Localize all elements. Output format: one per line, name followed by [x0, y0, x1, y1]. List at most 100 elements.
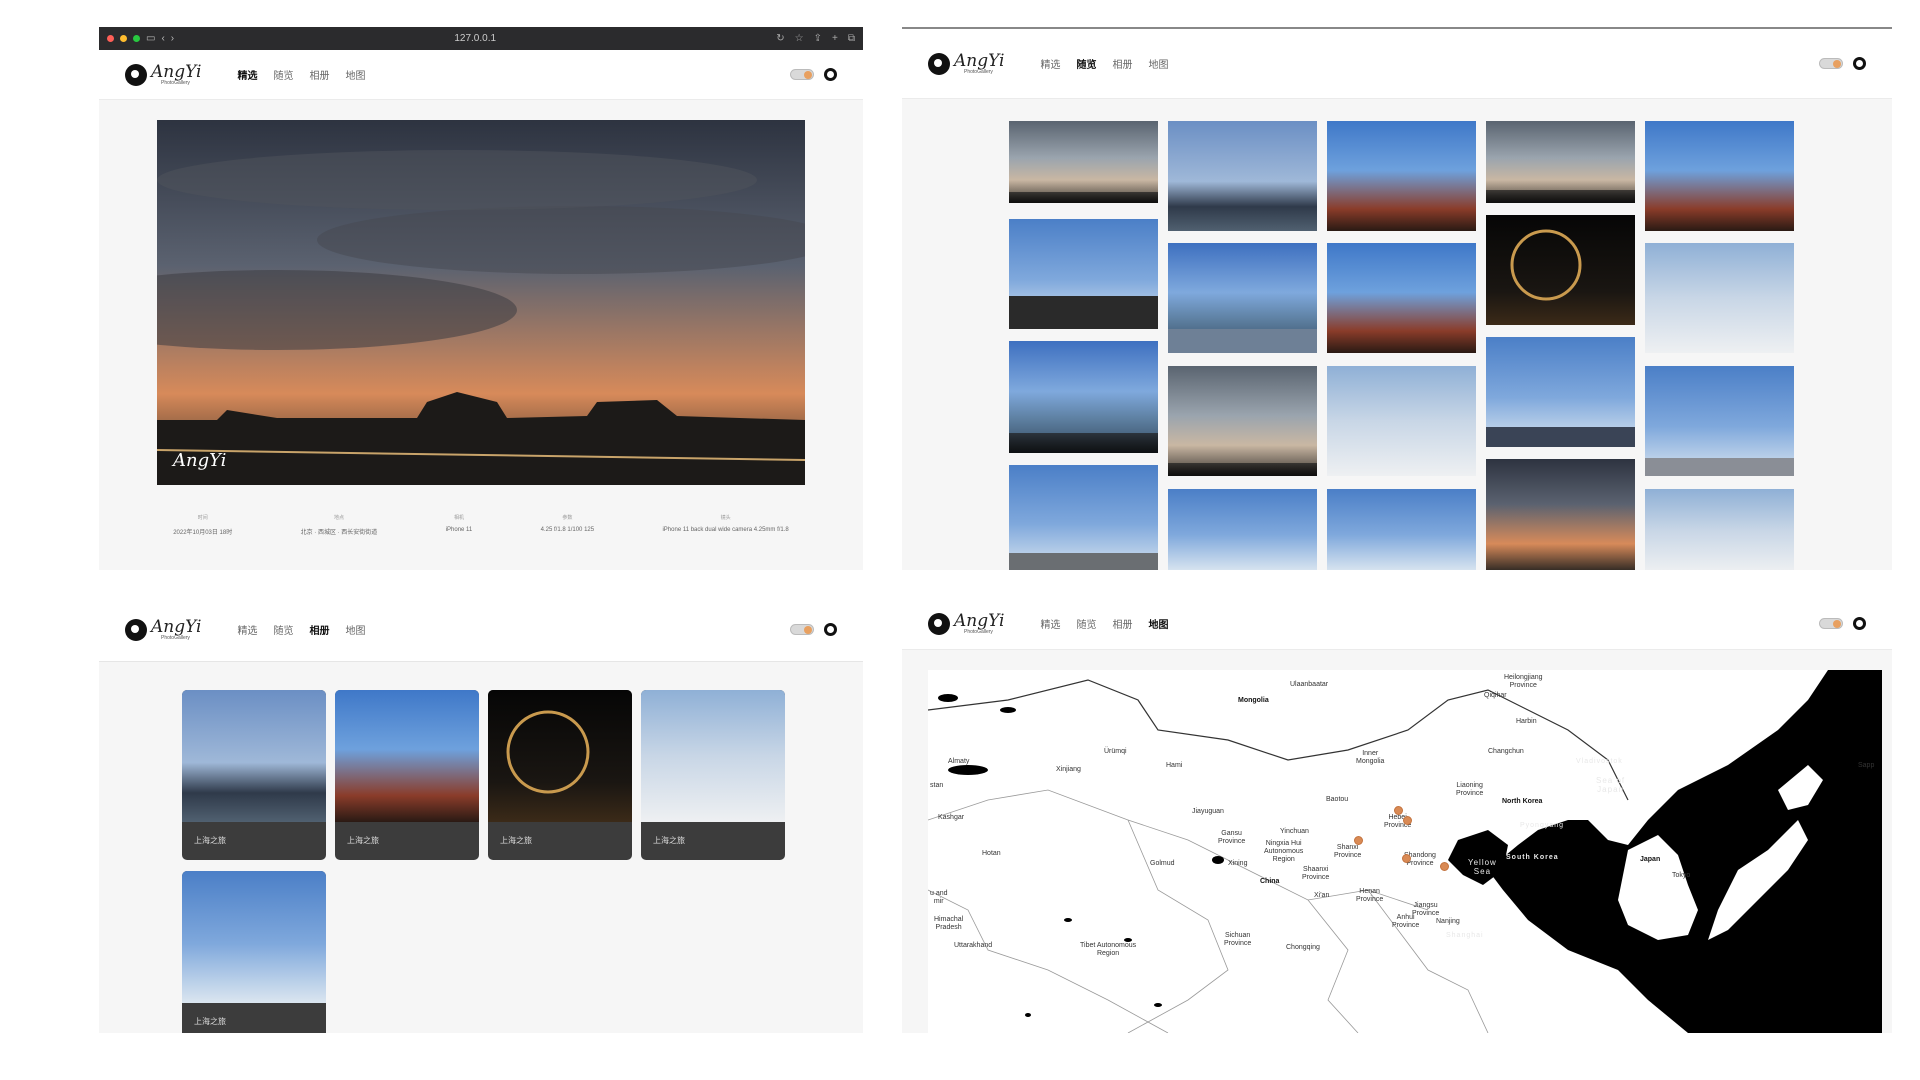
- meta-params-label: 参数: [562, 515, 573, 521]
- meta-time-value: 2022年10月03日 18时: [173, 530, 233, 536]
- nav-map[interactable]: 地图: [1148, 616, 1168, 631]
- minimize-window-button[interactable]: [120, 35, 127, 42]
- theme-toggle[interactable]: [1819, 618, 1843, 629]
- grid-photo[interactable]: [1327, 366, 1476, 476]
- address-bar[interactable]: 127.0.0.1: [454, 33, 496, 44]
- map-label-jiayuguan: Jiayuguan: [1192, 808, 1224, 815]
- grid-photo[interactable]: [1645, 489, 1794, 570]
- photo-marker[interactable]: [1403, 816, 1412, 825]
- main-nav: 精选 随览 相册 地图: [237, 622, 365, 637]
- brand-logo[interactable]: AngYi PhotoGallery: [928, 612, 1004, 635]
- logo-icon: [125, 63, 147, 86]
- album-card[interactable]: 上海之旅: [641, 690, 785, 860]
- featured-photo[interactable]: AngYi: [157, 120, 805, 485]
- grid-photo[interactable]: [1009, 121, 1158, 203]
- brand-logo[interactable]: AngYi PhotoGallery: [125, 61, 202, 86]
- back-icon[interactable]: ‹: [161, 33, 164, 44]
- nav-albums[interactable]: 相册: [309, 67, 329, 82]
- close-window-button[interactable]: [107, 35, 114, 42]
- photo-marker[interactable]: [1440, 862, 1449, 871]
- grid-photo[interactable]: [1645, 243, 1794, 353]
- theme-toggle[interactable]: [1819, 58, 1843, 69]
- nav-browse[interactable]: 随览: [1076, 616, 1096, 631]
- github-icon[interactable]: [824, 68, 837, 81]
- grid-photo[interactable]: [1168, 366, 1317, 476]
- theme-toggle[interactable]: [790, 69, 814, 80]
- star-icon[interactable]: ☆: [795, 33, 804, 44]
- nav-featured[interactable]: 精选: [1040, 616, 1060, 631]
- github-icon[interactable]: [824, 623, 837, 636]
- refresh-icon[interactable]: ↻: [776, 33, 784, 44]
- map-label-north-korea: North Korea: [1502, 798, 1543, 805]
- sidebar-icon[interactable]: ▭: [146, 33, 155, 44]
- grid-photo[interactable]: [1009, 219, 1158, 329]
- album-title: 上海之旅: [653, 836, 685, 845]
- photo-marker[interactable]: [1354, 836, 1363, 845]
- nav-browse[interactable]: 随览: [1076, 56, 1096, 71]
- grid-photo[interactable]: [1009, 341, 1158, 453]
- share-icon[interactable]: ⇪: [814, 33, 822, 44]
- zoom-window-button[interactable]: [133, 35, 140, 42]
- nav-featured[interactable]: 精选: [237, 622, 257, 637]
- grid-photo[interactable]: [1645, 366, 1794, 476]
- new-tab-icon[interactable]: +: [832, 33, 838, 44]
- grid-photo[interactable]: [1645, 121, 1794, 231]
- grid-photo[interactable]: [1168, 121, 1317, 231]
- top-navbar: AngYi PhotoGallery 精选 随览 相册 地图: [99, 50, 863, 100]
- album-cover: [182, 690, 326, 822]
- grid-photo[interactable]: [1168, 243, 1317, 353]
- grid-photo[interactable]: [1486, 459, 1635, 570]
- map-label-vladivostok: Vladivostok: [1576, 758, 1623, 765]
- map-label-urumqi: Ürümqi: [1104, 748, 1127, 755]
- album-card[interactable]: 上海之旅: [335, 690, 479, 860]
- nav-albums[interactable]: 相册: [1112, 56, 1132, 71]
- album-cover: [488, 690, 632, 822]
- grid-photo[interactable]: [1327, 489, 1476, 570]
- github-icon[interactable]: [1853, 617, 1866, 630]
- album-card[interactable]: 上海之旅: [182, 690, 326, 860]
- nav-map[interactable]: 地图: [1148, 56, 1168, 71]
- grid-photo[interactable]: [1168, 489, 1317, 570]
- grid-photo[interactable]: [1327, 121, 1476, 231]
- meta-focal: 4.25: [540, 527, 553, 533]
- nav-albums[interactable]: 相册: [1112, 616, 1132, 631]
- meta-location-value[interactable]: 北京 · 西城区 · 西长安街街道: [301, 527, 378, 536]
- album-card[interactable]: 上海之旅: [488, 690, 632, 860]
- nav-featured[interactable]: 精选: [237, 67, 257, 82]
- grid-photo[interactable]: [1486, 121, 1635, 203]
- map-label-xinjiang: Xinjiang: [1056, 766, 1081, 773]
- nav-albums[interactable]: 相册: [309, 622, 329, 637]
- meta-device: 相机 iPhone 11: [446, 514, 473, 536]
- brand-logo[interactable]: AngYi PhotoGallery: [928, 52, 1004, 75]
- photo-marker[interactable]: [1402, 854, 1411, 863]
- nav-map[interactable]: 地图: [345, 622, 365, 637]
- meta-lens-value: iPhone 11 back dual wide camera 4.25mm f…: [662, 527, 789, 533]
- forward-icon[interactable]: ›: [171, 33, 174, 44]
- album-cover: [182, 871, 326, 1003]
- map-label-hami: Hami: [1166, 762, 1183, 769]
- album-card[interactable]: 上海之旅: [182, 871, 326, 1033]
- map-label-xining: Xining: [1228, 860, 1248, 867]
- photo-map[interactable]: Mongolia Ulaanbaatar Heilongjiang Provin…: [928, 670, 1882, 1033]
- album-title: 上海之旅: [194, 836, 226, 845]
- github-icon[interactable]: [1853, 57, 1866, 70]
- nav-map[interactable]: 地图: [345, 67, 365, 82]
- map-label-stan: stan: [930, 782, 944, 789]
- grid-photo[interactable]: [1486, 215, 1635, 325]
- main-nav: 精选 随览 相册 地图: [237, 67, 365, 82]
- photo-marker[interactable]: [1394, 806, 1403, 815]
- grid-photo[interactable]: [1486, 337, 1635, 447]
- nav-browse[interactable]: 随览: [273, 622, 293, 637]
- map-label-sichuan: Sichuan Province: [1224, 932, 1252, 948]
- grid-photo[interactable]: [1009, 465, 1158, 570]
- nav-featured[interactable]: 精选: [1040, 56, 1060, 71]
- album-title: 上海之旅: [194, 1017, 226, 1026]
- brand-logo[interactable]: AngYi PhotoGallery: [125, 618, 201, 641]
- tabs-icon[interactable]: ⧉: [848, 33, 855, 44]
- theme-toggle[interactable]: [790, 624, 814, 635]
- logo-text: AngYi: [151, 61, 202, 82]
- nav-browse[interactable]: 随览: [273, 67, 293, 82]
- map-label-tibet: Tibet Autonomous Region: [1080, 942, 1137, 958]
- grid-photo[interactable]: [1327, 243, 1476, 353]
- map-label-nanjing: Nanjing: [1436, 918, 1460, 925]
